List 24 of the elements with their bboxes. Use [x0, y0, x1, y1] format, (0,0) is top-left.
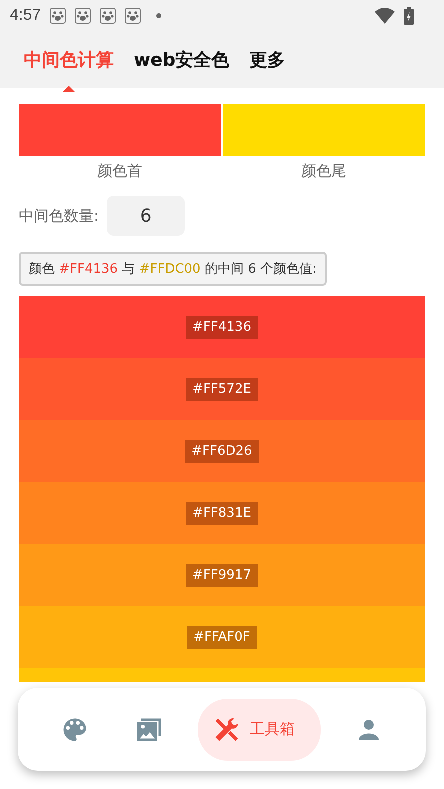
- dot-icon: [156, 13, 162, 19]
- color-swatch[interactable]: [223, 104, 425, 156]
- paw-icon: [75, 8, 92, 24]
- hex-label: #FF572E: [186, 378, 258, 400]
- wifi-icon: [375, 8, 395, 24]
- tab[interactable]: web安全色: [124, 42, 240, 78]
- hex-label: #FF4136: [186, 316, 258, 338]
- hex-label: #FFAF0F: [186, 626, 258, 648]
- swatch-label: 颜色尾: [302, 161, 346, 182]
- hex-label: #FF831E: [186, 502, 258, 524]
- battery-icon: [404, 7, 414, 25]
- paw-icon: [125, 8, 142, 24]
- hex-label: #FF6D26: [184, 440, 260, 462]
- hex-label: #FF9917: [186, 564, 258, 586]
- paw-icon: [100, 8, 116, 24]
- tab[interactable]: 更多: [240, 42, 296, 78]
- color-swatch[interactable]: [19, 104, 221, 156]
- summary-text: 颜色 #FF4136 与 #FFDC00 的中间 6 个颜色值:: [19, 252, 327, 286]
- status-time: 4:57: [10, 7, 42, 25]
- paw-icon: [50, 8, 66, 24]
- swatch-label: 颜色首: [98, 161, 142, 182]
- tab-indicator-icon: [63, 86, 75, 92]
- count-label: 中间色数量:: [19, 206, 100, 226]
- count-field[interactable]: 6: [107, 196, 186, 236]
